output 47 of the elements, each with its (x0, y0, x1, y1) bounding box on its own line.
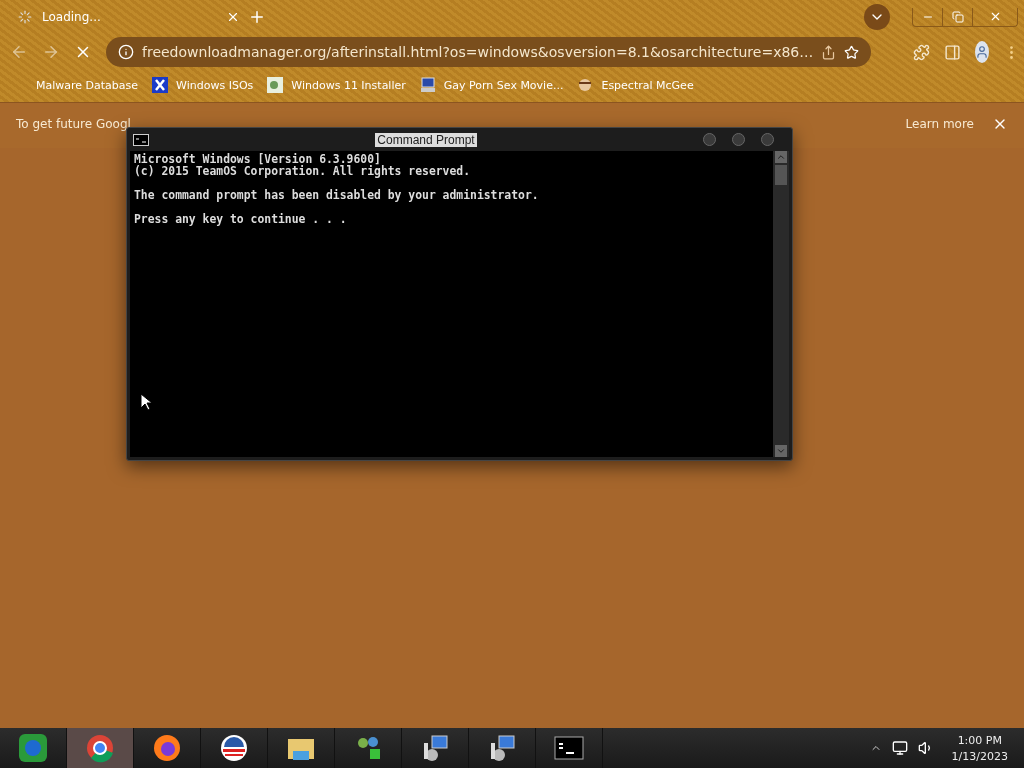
star-icon[interactable] (844, 44, 860, 60)
bookmark[interactable]: Malware Database (22, 74, 139, 96)
tab-title: Loading... (42, 10, 102, 24)
extensions-icon[interactable] (913, 43, 931, 61)
info-icon (118, 44, 134, 60)
side-panel-icon[interactable] (944, 43, 962, 61)
learn-more-link[interactable]: Learn more (905, 117, 974, 131)
image-icon (267, 77, 284, 93)
scroll-up-icon[interactable] (775, 151, 787, 163)
share-icon[interactable] (821, 44, 837, 60)
browser-icon (85, 733, 115, 763)
scroll-thumb[interactable] (775, 165, 787, 185)
bookmark[interactable]: Gay Porn Sex Movie... (419, 77, 564, 93)
forward-icon[interactable] (42, 43, 60, 61)
bookmark[interactable]: Windows ISOs (152, 77, 254, 93)
console-line: Microsoft Windows [Version 6.3.9600] (134, 153, 381, 165)
bookmark[interactable]: Espectral McGee (577, 77, 694, 93)
console-line: Press any key to continue . . . (134, 213, 348, 225)
window-button[interactable] (732, 133, 745, 146)
x-icon (152, 77, 169, 93)
fox-icon (152, 733, 182, 763)
console-line: (c) 2015 TeamOS Corporation. All rights reserved. (134, 165, 472, 177)
console-icon (554, 736, 584, 760)
window-title: Command Prompt (375, 132, 477, 147)
clock[interactable]: 1:00 PM 1/13/2023 (951, 733, 1008, 763)
round-logo-icon (219, 733, 249, 763)
console-icon (133, 133, 149, 146)
restore-icon (951, 10, 964, 23)
computer-icon (419, 77, 436, 93)
person-icon (577, 77, 594, 93)
close-icon[interactable] (226, 10, 240, 24)
console-line: The command prompt has been disabled by your administrator. (134, 189, 540, 201)
taskbar-button[interactable] (67, 728, 134, 768)
tab-search-button[interactable] (864, 4, 890, 30)
update-message: To get future Googl (16, 117, 131, 131)
network-icon[interactable] (891, 740, 908, 756)
browser-tab[interactable]: Loading... (18, 10, 240, 24)
scrollbar[interactable] (773, 151, 789, 457)
window-button[interactable] (761, 133, 774, 146)
bookmark[interactable]: Windows 11 Installer (267, 77, 406, 93)
back-icon[interactable] (10, 43, 28, 61)
window-button[interactable] (703, 133, 716, 146)
scroll-down-icon[interactable] (775, 445, 787, 457)
profile-icon[interactable] (975, 41, 990, 63)
pointer-icon (140, 393, 152, 411)
new-tab-icon[interactable] (248, 8, 266, 26)
address-bar[interactable]: freedownloadmanager.org/afterinstall.html?os=windows&osversion=8.1&osarchitecture=x86… (106, 37, 872, 67)
